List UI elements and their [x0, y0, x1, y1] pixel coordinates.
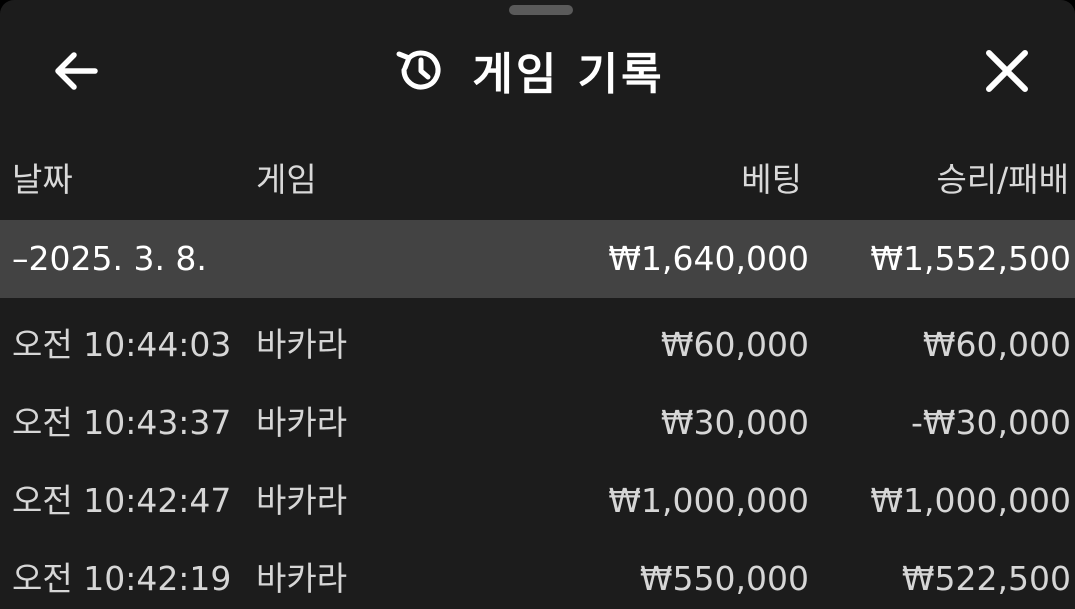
record-bet: ₩60,000: [660, 325, 809, 364]
column-header-bet: 베팅: [741, 160, 802, 199]
column-header-game: 게임: [256, 160, 317, 199]
history-icon: [396, 50, 441, 90]
record-game: 바카라: [256, 325, 348, 364]
header-bar: 게임 기록: [0, 30, 1075, 110]
record-time: 오전 10:44:03: [12, 325, 232, 364]
table-row[interactable]: 오전 10:42:19 바카라 ₩550,000 ₩522,500: [0, 540, 1075, 609]
summary-date: –2025. 3. 8.: [12, 239, 207, 278]
record-bet: ₩1,000,000: [608, 481, 809, 520]
date-summary-row[interactable]: –2025. 3. 8. ₩1,640,000 ₩1,552,500: [0, 220, 1075, 298]
table-row[interactable]: 오전 10:42:47 바카라 ₩1,000,000 ₩1,000,000: [0, 462, 1075, 540]
column-header-result: 승리/패배: [936, 160, 1069, 199]
table-row[interactable]: 오전 10:44:03 바카라 ₩60,000 ₩60,000: [0, 306, 1075, 384]
page-title: 게임 기록: [472, 49, 665, 100]
column-header-date: 날짜: [12, 160, 73, 199]
title-group: 게임 기록: [0, 30, 1075, 110]
record-result: ₩60,000: [922, 325, 1071, 364]
record-result: ₩1,000,000: [870, 481, 1071, 520]
record-game: 바카라: [256, 481, 348, 520]
record-time: 오전 10:43:37: [12, 403, 232, 442]
close-icon: [986, 50, 1028, 92]
record-game: 바카라: [256, 559, 348, 598]
record-time: 오전 10:42:47: [12, 481, 232, 520]
record-result: ₩522,500: [901, 559, 1071, 598]
record-result: -₩30,000: [910, 403, 1071, 442]
record-bet: ₩550,000: [639, 559, 809, 598]
record-time: 오전 10:42:19: [12, 559, 232, 598]
game-history-sheet: 게임 기록 날짜 게임 베팅 승리/패배 –2025. 3. 8. ₩1,640…: [0, 0, 1075, 609]
summary-bet: ₩1,640,000: [608, 239, 809, 278]
close-button[interactable]: [978, 46, 1036, 96]
drag-handle[interactable]: [509, 5, 573, 15]
record-game: 바카라: [256, 403, 348, 442]
record-bet: ₩30,000: [660, 403, 809, 442]
table-row[interactable]: 오전 10:43:37 바카라 ₩30,000 -₩30,000: [0, 384, 1075, 462]
summary-result: ₩1,552,500: [870, 239, 1071, 278]
